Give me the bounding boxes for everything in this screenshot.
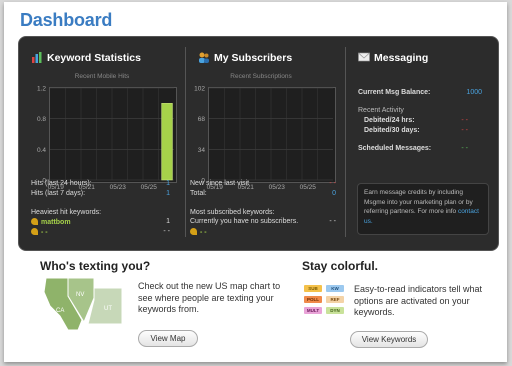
key-icon <box>31 228 38 235</box>
heaviest-keyword-2: - - <box>31 228 48 236</box>
key-icon <box>190 228 197 235</box>
info-text: Earn message credits by including Msgme … <box>364 189 473 215</box>
new-since-visit-value: - - <box>329 180 336 187</box>
total-label: Total: <box>190 190 207 197</box>
most-subscribed-value: - - <box>329 218 336 225</box>
y-tick-label: 0.8 <box>37 116 46 123</box>
keyword-statistics-label: Keyword Statistics <box>47 52 141 64</box>
key-icon <box>31 218 38 225</box>
colorful-title: Stay colorful. <box>302 259 379 273</box>
heaviest-keywords-label: Heaviest hit keywords: <box>31 209 102 216</box>
users-icon <box>199 52 209 63</box>
tag-ref: REF <box>326 296 344 303</box>
map-label-nv: NV <box>76 292 84 298</box>
tag-mult: MULT <box>304 307 322 314</box>
view-map-button[interactable]: View Map <box>138 330 198 347</box>
mobile-hits-chart: Recent Mobile Hits 1.2 0.8 0.4 0 05/19 05/21 0… <box>23 73 181 197</box>
recent-activity-label: Recent Activity <box>358 107 404 114</box>
subscribers-panel: My Subscribers Recent Subscriptions 102 6… <box>186 37 344 250</box>
hits-7d-label: Hits (last 7 days): <box>31 190 86 197</box>
texting-text: Check out the new US map chart to see wh… <box>138 281 281 314</box>
debited-30-label: Debited/30 days: <box>364 127 420 134</box>
heaviest-keyword-1[interactable]: mattbom <box>31 218 71 226</box>
keyword-statistics-panel: Keyword Statistics Recent Mobile Hits 1.… <box>19 37 184 250</box>
msg-balance-label: Current Msg Balance: <box>358 89 431 96</box>
debited-30-value: - - <box>461 127 468 134</box>
no-subscribers-text: Currently you have no subscribers. <box>190 218 299 225</box>
colorful-text: Easy-to-read indicators tell what option… <box>354 284 483 317</box>
keyword-statistics-title: Keyword Statistics <box>31 51 141 64</box>
bar-chart-icon <box>32 52 42 63</box>
hits-24h-label: Hits (last 24 hours): <box>31 180 92 187</box>
subscriptions-chart: Recent Subscriptions 102 68 34 0 05/19 05/21 0… <box>182 73 340 197</box>
subscriptions-chart-svg: 1026834005/19 05/21 05/23 05/25 <box>194 86 333 191</box>
hits-24h-value: 1 <box>166 180 170 187</box>
stats-panel: Keyword Statistics Recent Mobile Hits 1.… <box>18 36 499 251</box>
page-title: Dashboard <box>20 10 113 30</box>
map-label-ca: CA <box>56 308 64 314</box>
tag-dyn: DYN <box>326 307 344 314</box>
x-tick-label: 05/23 <box>269 184 286 191</box>
tag-sub: SUB <box>304 285 322 292</box>
y-tick-label: 34 <box>198 147 206 154</box>
envelope-icon <box>358 52 370 62</box>
keyword-name: - - <box>41 229 48 236</box>
indicator-tags: SUB KW POLL REF MULT DYN <box>304 285 348 319</box>
view-keywords-button[interactable]: View Keywords <box>350 331 428 348</box>
texting-title: Who's texting you? <box>40 259 151 273</box>
msg-balance-value: 1000 <box>466 89 482 96</box>
most-subscribed-label: Most subscribed keywords: <box>190 209 275 216</box>
y-tick-label: 68 <box>198 116 206 123</box>
subscribers-label: My Subscribers <box>214 52 293 64</box>
y-tick-label: 1.2 <box>37 86 46 93</box>
scheduled-messages-value: - - <box>461 145 468 152</box>
keyword-name: mattbom <box>41 219 71 226</box>
total-value: 0 <box>332 190 336 197</box>
us-map-icon: CA NV UT <box>43 277 123 331</box>
scheduled-messages-label: Scheduled Messages: <box>358 145 432 152</box>
dashboard-window: Dashboard Keyword Statistics Recent Mobi… <box>4 2 507 362</box>
debited-24-value: - - <box>461 117 468 124</box>
x-tick-label: 05/25 <box>300 184 317 191</box>
heaviest-keyword-2-value: - - <box>163 228 170 235</box>
keyword-name: - - <box>200 229 207 236</box>
messaging-label: Messaging <box>374 52 429 64</box>
messaging-title: Messaging <box>358 51 428 64</box>
heaviest-keyword-1-value: 1 <box>166 218 170 225</box>
bar <box>161 103 173 181</box>
subscribers-title: My Subscribers <box>198 51 292 64</box>
debited-24-label: Debited/24 hrs: <box>364 117 415 124</box>
y-tick-label: 102 <box>194 86 205 93</box>
x-tick-label: 05/25 <box>141 184 158 191</box>
x-tick-label: 05/23 <box>110 184 127 191</box>
map-label-ut: UT <box>104 306 112 312</box>
tag-poll: POLL <box>304 296 322 303</box>
message-credits-info: Earn message credits by including Msgme … <box>357 183 489 235</box>
mobile-hits-chart-svg: 1.20.80.4005/19 05/21 05/23 05/25 <box>37 86 174 191</box>
most-subscribed-item: - - <box>190 228 207 236</box>
tag-kw: KW <box>326 285 344 292</box>
hits-7d-value: 1 <box>166 190 170 197</box>
new-since-visit-label: New since last visit <box>190 180 250 187</box>
y-tick-label: 0.4 <box>37 147 46 154</box>
